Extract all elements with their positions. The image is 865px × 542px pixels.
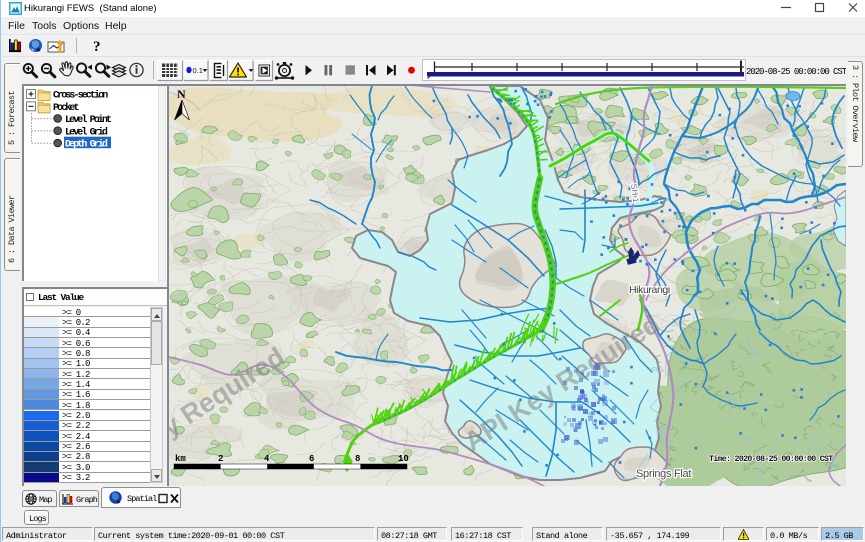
svg-text:Cross-section: Cross-section bbox=[53, 90, 108, 102]
svg-text:Level Grid: Level Grid bbox=[65, 126, 108, 138]
svg-text:2: 2 bbox=[218, 454, 223, 464]
svg-text:6: 6 bbox=[309, 454, 314, 464]
svg-text:Pocket: Pocket bbox=[53, 102, 80, 114]
svg-text:Level Point: Level Point bbox=[65, 114, 112, 126]
svg-text:N: N bbox=[177, 87, 186, 101]
svg-text:?: ? bbox=[93, 39, 101, 55]
svg-text:2020-08-25 00:00:00 CST: 2020-08-25 00:00:00 CST bbox=[746, 67, 846, 77]
svg-text:4: 4 bbox=[264, 454, 270, 464]
svg-text:Time: 2020-08-25 00:00:00 CST: Time: 2020-08-25 00:00:00 CST bbox=[709, 454, 833, 464]
svg-text:8: 8 bbox=[355, 454, 360, 464]
svg-text:Hikurangi: Hikurangi bbox=[629, 284, 670, 296]
svg-text:km: km bbox=[175, 454, 186, 464]
svg-text:0.1: 0.1 bbox=[193, 66, 203, 75]
svg-text:Springs Flat: Springs Flat bbox=[636, 468, 691, 480]
svg-text:10: 10 bbox=[398, 454, 409, 464]
svg-text:Depth Grid: Depth Grid bbox=[65, 139, 108, 151]
